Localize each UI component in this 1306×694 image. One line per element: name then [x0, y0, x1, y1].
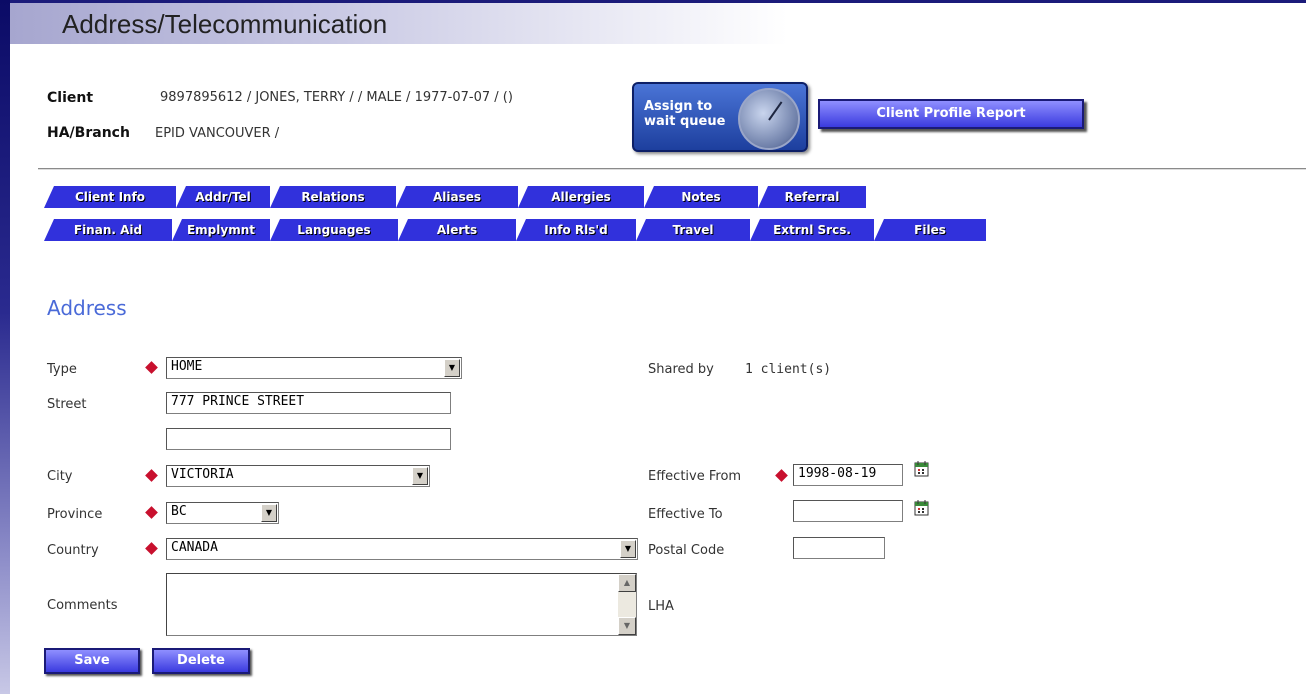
section-title-address: Address	[47, 296, 127, 320]
scroll-up-icon[interactable]: ▲	[618, 574, 636, 592]
divider-highlight	[38, 169, 1306, 170]
country-select-value: CANADA	[171, 540, 218, 555]
province-select[interactable]: BC ▼	[166, 502, 279, 524]
tab-addr-tel[interactable]: Addr/Tel	[176, 186, 270, 208]
type-label: Type	[47, 362, 77, 377]
tab-languages[interactable]: Languages	[270, 219, 398, 241]
assign-button-label: Assign to wait queue	[644, 99, 726, 129]
scroll-down-icon[interactable]: ▼	[618, 617, 636, 635]
country-select[interactable]: CANADA ▼	[166, 538, 638, 560]
tab-notes[interactable]: Notes	[644, 186, 758, 208]
tab-allergies[interactable]: Allergies	[518, 186, 644, 208]
comments-scrollbar[interactable]: ▲ ▼	[618, 574, 636, 635]
effective-to-label: Effective To	[648, 507, 723, 522]
comments-textarea[interactable]: ▲ ▼	[166, 573, 637, 636]
dropdown-arrow-icon[interactable]: ▼	[444, 359, 460, 377]
assign-to-wait-queue-button[interactable]: Assign to wait queue	[632, 82, 808, 152]
lha-label: LHA	[648, 599, 674, 614]
tab-client-info[interactable]: Client Info	[44, 186, 176, 208]
effective-from-label: Effective From	[648, 469, 742, 484]
country-label: Country	[47, 543, 99, 558]
dropdown-arrow-icon[interactable]: ▼	[261, 504, 277, 522]
save-button[interactable]: Save	[44, 648, 140, 674]
street-label: Street	[47, 397, 87, 412]
street-line1-input[interactable]: 777 PRINCE STREET	[166, 392, 451, 414]
calendar-icon[interactable]	[913, 499, 931, 517]
postal-code-label: Postal Code	[648, 543, 725, 558]
city-select-value: VICTORIA	[171, 467, 234, 482]
tab-referral[interactable]: Referral	[758, 186, 866, 208]
delete-button[interactable]: Delete	[152, 648, 250, 674]
title-bar: Address/Telecommunication	[10, 0, 1306, 44]
dial-icon	[738, 88, 800, 150]
required-diamond-icon	[145, 506, 158, 519]
page-title: Address/Telecommunication	[62, 9, 388, 39]
client-profile-report-button[interactable]: Client Profile Report	[818, 99, 1084, 129]
effective-to-input[interactable]	[793, 500, 903, 522]
left-accent-bar	[0, 0, 10, 694]
shared-by-label: Shared by	[648, 362, 714, 377]
tab-info-rlsd[interactable]: Info Rls'd	[516, 219, 636, 241]
tab-files[interactable]: Files	[874, 219, 986, 241]
dropdown-arrow-icon[interactable]: ▼	[412, 467, 428, 485]
shared-by-value: 1 client(s)	[745, 362, 832, 377]
dropdown-arrow-icon[interactable]: ▼	[620, 540, 636, 558]
effective-from-input[interactable]: 1998-08-19	[793, 464, 903, 486]
tab-travel[interactable]: Travel	[636, 219, 750, 241]
required-diamond-icon	[775, 469, 788, 482]
tab-emplymnt[interactable]: Emplymnt	[172, 219, 270, 241]
type-select-value: HOME	[171, 359, 203, 374]
required-diamond-icon	[145, 542, 158, 555]
tab-aliases[interactable]: Aliases	[396, 186, 518, 208]
province-label: Province	[47, 507, 103, 522]
street-line2-input[interactable]	[166, 428, 451, 450]
required-diamond-icon	[145, 361, 158, 374]
tab-relations[interactable]: Relations	[270, 186, 396, 208]
tab-alerts[interactable]: Alerts	[398, 219, 516, 241]
comments-label: Comments	[47, 598, 118, 613]
calendar-icon[interactable]	[913, 460, 931, 478]
client-label: Client	[47, 90, 94, 106]
postal-code-input[interactable]	[793, 537, 885, 559]
city-label: City	[47, 469, 73, 484]
tab-extrnl-srcs[interactable]: Extrnl Srcs.	[750, 219, 874, 241]
type-select[interactable]: HOME ▼	[166, 357, 462, 379]
tab-finan-aid[interactable]: Finan. Aid	[44, 219, 172, 241]
required-diamond-icon	[145, 469, 158, 482]
branch-value: EPID VANCOUVER /	[155, 126, 280, 141]
province-select-value: BC	[171, 504, 187, 519]
branch-label: HA/Branch	[47, 125, 130, 141]
city-select[interactable]: VICTORIA ▼	[166, 465, 430, 487]
client-value: 9897895612 / JONES, TERRY / / MALE / 197…	[160, 90, 513, 105]
